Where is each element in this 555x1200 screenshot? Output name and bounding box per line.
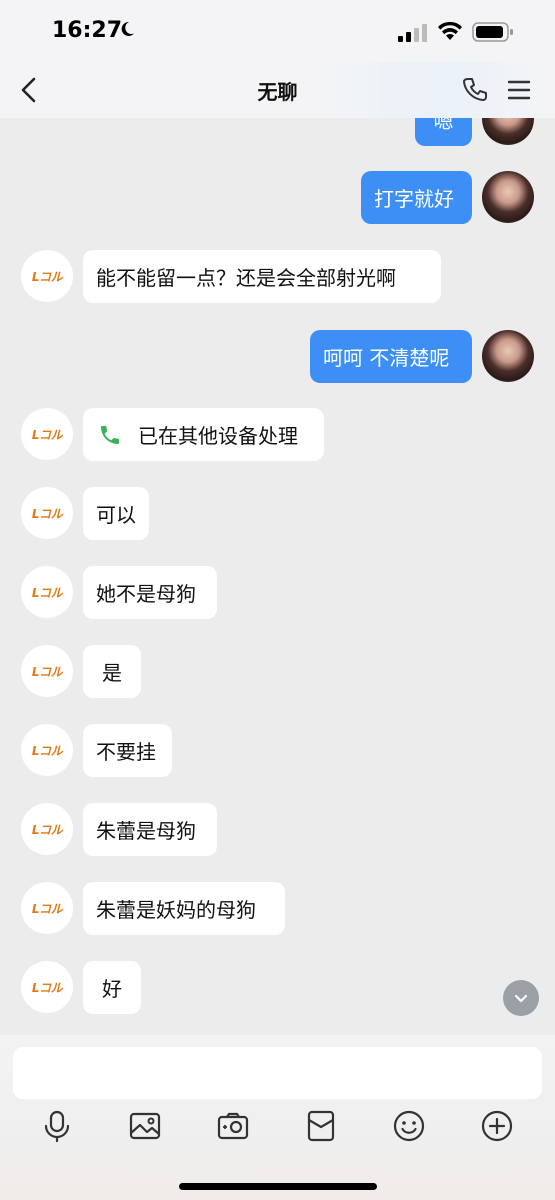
contact-avatar-logo: Lコル — [31, 269, 63, 284]
emoji-icon[interactable] — [392, 1109, 426, 1143]
message-text: 是 — [102, 661, 122, 685]
message-text: 呵呵 不清楚呢 — [323, 346, 450, 370]
message-text: 已在其他设备处理 — [138, 424, 298, 448]
message-bubble-incoming[interactable]: 不要挂 — [83, 724, 172, 777]
microphone-icon[interactable] — [40, 1109, 74, 1143]
wifi-icon — [438, 21, 462, 40]
my-avatar[interactable] — [482, 330, 534, 382]
contact-avatar[interactable]: Lコル — [21, 566, 73, 618]
contact-avatar[interactable]: Lコル — [21, 250, 73, 302]
contact-avatar[interactable]: Lコル — [21, 803, 73, 855]
navigation-bar: 无聊 — [0, 62, 555, 118]
phone-icon[interactable] — [460, 75, 490, 105]
message-bubble-incoming[interactable]: 是 — [83, 645, 141, 698]
message-text: 不要挂 — [96, 740, 156, 764]
contact-avatar-logo: Lコル — [31, 822, 63, 837]
contact-avatar[interactable]: Lコル — [21, 487, 73, 539]
contact-avatar-logo: Lコル — [31, 506, 63, 521]
chat-history[interactable]: 嗯 打字就好 Lコル 能不能留一点？还是会全部射光啊 呵呵 不清楚呢 Lコル 已… — [0, 0, 555, 1035]
message-text: 朱蕾是妖妈的母狗 — [96, 898, 256, 922]
status-bar: 16:27 — [0, 0, 555, 62]
message-bubble-incoming[interactable]: 好 — [83, 961, 141, 1014]
message-bubble-incoming[interactable]: 可以 — [83, 487, 149, 540]
contact-avatar-logo: Lコル — [31, 664, 63, 679]
image-icon[interactable] — [128, 1109, 162, 1143]
camera-icon[interactable] — [216, 1109, 250, 1143]
moon-icon — [121, 21, 134, 36]
contact-avatar-logo: Lコル — [31, 427, 63, 442]
message-bubble-outgoing[interactable]: 打字就好 — [361, 171, 472, 224]
message-text: 她不是母狗 — [96, 582, 196, 606]
contact-avatar-logo: Lコル — [31, 585, 63, 600]
message-bubble-incoming[interactable]: 朱蕾是妖妈的母狗 — [83, 882, 285, 935]
contact-avatar-logo: Lコル — [31, 743, 63, 758]
input-area — [0, 1035, 555, 1200]
message-text: 好 — [102, 977, 122, 1001]
message-bubble-incoming[interactable]: 她不是母狗 — [83, 566, 217, 619]
home-indicator[interactable] — [179, 1183, 377, 1190]
contact-avatar[interactable]: Lコル — [21, 408, 73, 460]
cellular-signal-icon — [398, 24, 427, 42]
status-time: 16:27 — [52, 18, 123, 43]
message-text: 能不能留一点？还是会全部射光啊 — [96, 266, 396, 290]
message-text: 打字就好 — [374, 187, 454, 211]
message-bubble-outgoing[interactable]: 呵呵 不清楚呢 — [310, 330, 472, 383]
chevron-down-icon — [514, 994, 528, 1003]
message-bubble-incoming[interactable]: 朱蕾是母狗 — [83, 803, 217, 856]
call-record-bubble[interactable]: 已在其他设备处理 — [83, 408, 324, 461]
contact-avatar[interactable]: Lコル — [21, 882, 73, 934]
message-text: 可以 — [96, 503, 136, 527]
phone-icon — [101, 425, 119, 444]
my-avatar[interactable] — [482, 171, 534, 223]
contact-avatar-logo: Lコル — [31, 901, 63, 916]
contact-avatar[interactable]: Lコル — [21, 961, 73, 1013]
scroll-to-bottom-button[interactable] — [503, 980, 539, 1016]
contact-avatar[interactable]: Lコル — [21, 724, 73, 776]
battery-icon — [472, 22, 513, 42]
message-text: 朱蕾是母狗 — [96, 819, 196, 843]
contact-avatar[interactable]: Lコル — [21, 645, 73, 697]
menu-icon[interactable] — [506, 77, 532, 103]
contact-avatar-logo: Lコル — [31, 980, 63, 995]
message-input[interactable] — [13, 1047, 542, 1099]
message-bubble-incoming[interactable]: 能不能留一点？还是会全部射光啊 — [83, 250, 441, 303]
red-packet-icon[interactable] — [304, 1109, 338, 1143]
plus-icon[interactable] — [480, 1109, 514, 1143]
